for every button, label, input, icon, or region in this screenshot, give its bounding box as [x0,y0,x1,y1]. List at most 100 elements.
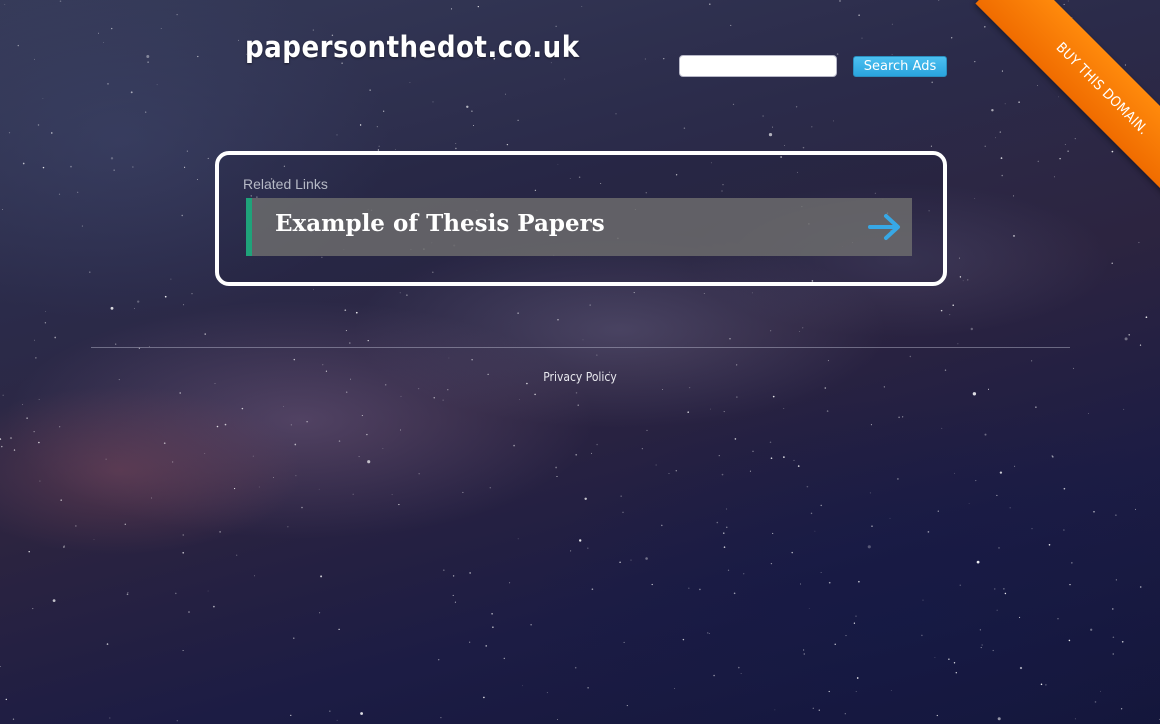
star [1048,544,1051,546]
star [107,83,109,85]
star [293,358,296,361]
star [668,473,670,475]
star [176,14,178,16]
star [688,386,691,389]
star [564,78,566,80]
star [160,28,162,30]
star [98,32,100,34]
star [197,55,199,58]
star [473,125,474,126]
star [967,279,969,281]
star [723,532,725,534]
star [770,562,773,565]
star [736,364,738,366]
star [959,276,962,278]
star [968,503,970,504]
search-input[interactable] [679,55,837,77]
search-ads-button[interactable]: Search Ads [853,56,947,77]
star [164,295,167,298]
star [293,637,295,639]
star [936,714,938,717]
privacy-policy-link[interactable]: Privacy Policy [543,370,617,384]
star [52,599,56,602]
star [400,395,402,397]
star [28,550,30,553]
star [2,394,4,396]
star [447,389,449,391]
star [798,331,800,332]
star [751,292,753,294]
star [1004,592,1007,595]
star [976,560,980,564]
star [556,475,558,478]
star [930,145,932,147]
star [17,44,19,47]
star [33,431,35,433]
star [130,91,133,94]
star [803,649,805,651]
star [406,294,408,296]
star [570,550,572,552]
site-logo[interactable]: papersonthedot.co.uk [245,30,580,64]
star [774,709,776,711]
star [147,61,149,63]
star [902,416,904,418]
star [683,127,686,129]
star [716,521,719,524]
star [505,93,506,95]
star [432,101,434,103]
star [955,672,957,674]
star [409,82,411,83]
star [626,705,628,707]
star [336,134,338,136]
star [736,396,738,398]
star [329,710,331,712]
star [710,408,712,410]
star [555,25,557,27]
star [909,355,911,358]
star [417,387,420,390]
star [979,629,981,631]
star [32,608,34,610]
star [784,145,785,146]
buy-domain-ribbon[interactable]: BUY THIS DOMAIN. [975,0,1160,215]
related-link-item[interactable]: Example of Thesis Papers [246,198,912,256]
star [1035,406,1037,408]
star [898,416,900,419]
footer: Privacy Policy [0,370,1160,384]
star [489,487,491,489]
star [344,309,347,312]
star [921,634,923,637]
star [623,641,625,643]
star [42,166,45,169]
star [355,311,358,314]
star [103,41,104,43]
star [75,525,77,527]
star [466,105,469,109]
star [111,27,113,30]
star [469,641,471,643]
star [791,551,793,554]
star [870,424,872,426]
star [844,713,846,715]
star [1123,408,1125,410]
star [382,448,384,449]
star [729,338,731,340]
star [70,165,72,168]
star [984,433,987,436]
star [519,399,520,400]
star [287,526,289,528]
star [93,538,95,540]
star [797,465,800,467]
star [770,457,773,459]
star [352,493,354,495]
star [367,460,371,464]
star [867,545,871,549]
star [663,58,665,60]
star [378,145,380,147]
star [802,146,805,149]
star [534,393,536,396]
star [1063,487,1066,490]
star [937,510,939,512]
star [856,677,859,679]
